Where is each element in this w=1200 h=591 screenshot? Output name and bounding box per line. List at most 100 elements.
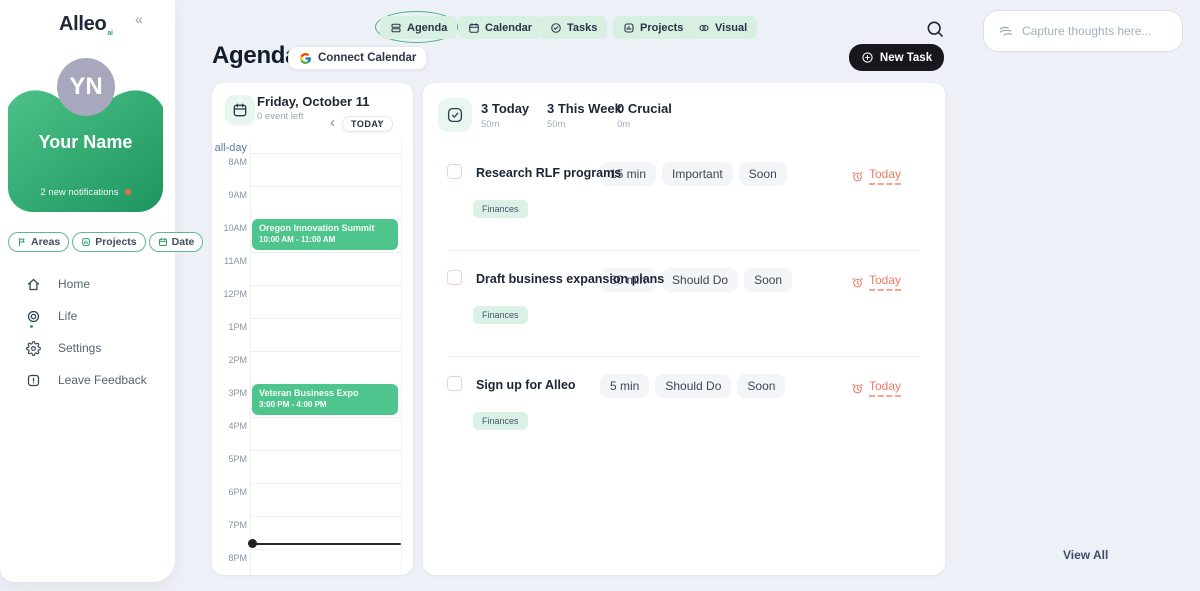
hour-row: 5PM	[212, 450, 413, 483]
task-tag[interactable]: Finances	[473, 412, 528, 430]
sidebar-item-leave-feedback[interactable]: Leave Feedback	[26, 364, 147, 396]
agenda-icon	[390, 22, 402, 34]
hour-label: 8AM	[212, 157, 247, 167]
event-title: Veteran Business Expo	[259, 388, 391, 398]
sidebar-feedback-label: Leave Feedback	[58, 373, 147, 387]
capture-thoughts-input[interactable]	[1022, 24, 1168, 38]
task-duration-pill[interactable]: 5 min	[600, 374, 649, 398]
life-status-dot	[30, 325, 33, 328]
sidebar-home-label: Home	[58, 277, 90, 291]
sidebar-life-label: Life	[58, 309, 77, 323]
row-divider	[448, 250, 920, 251]
task-title[interactable]: Research RLF programs	[476, 166, 621, 180]
current-time-line	[252, 543, 401, 545]
task-checkbox[interactable]	[447, 376, 462, 391]
tab-projects-label: Projects	[640, 22, 683, 34]
tab-tasks-label: Tasks	[567, 22, 597, 34]
sidebar-nav: Home Life Settings Leave Feedback	[26, 268, 147, 396]
hour-label: 4PM	[212, 421, 247, 431]
scribble-pen-icon	[998, 23, 1014, 39]
hour-label: 12PM	[212, 289, 247, 299]
task-tag[interactable]: Finances	[473, 306, 528, 324]
task-row: Research RLF programs 15 min Important S…	[423, 159, 945, 265]
calendar-icon	[158, 237, 168, 247]
user-name: Your Name	[8, 132, 163, 153]
avatar[interactable]: YN	[57, 58, 115, 116]
current-time-dot	[248, 539, 257, 548]
alarm-clock-icon	[851, 170, 864, 183]
sidebar-item-settings[interactable]: Settings	[26, 332, 147, 364]
calendar-event[interactable]: Oregon Innovation Summit 10:00 AM - 11:0…	[252, 219, 398, 250]
calendar-event[interactable]: Veteran Business Expo 3:00 PM - 4:00 PM	[252, 384, 398, 415]
sidebar-item-home[interactable]: Home	[26, 268, 147, 300]
today-button[interactable]: TODAY	[342, 116, 393, 132]
task-checkbox[interactable]	[447, 270, 462, 285]
hour-row: 11AM	[212, 252, 413, 285]
logo-text: Alleo	[59, 13, 106, 35]
filter-date-button[interactable]: Date	[149, 232, 204, 252]
task-priority-pill[interactable]: Should Do	[655, 374, 731, 398]
task-title[interactable]: Draft business expansion plans	[476, 272, 664, 286]
logo-suffix: ai	[107, 30, 112, 37]
tab-calendar-label: Calendar	[485, 22, 532, 34]
sidebar-item-life[interactable]: Life	[26, 300, 147, 332]
task-priority-pill[interactable]: Should Do	[662, 268, 738, 292]
hour-label: 2PM	[212, 355, 247, 365]
plus-circle-icon	[861, 51, 874, 64]
notification-dot	[125, 189, 131, 195]
task-checkbox[interactable]	[447, 164, 462, 179]
task-due[interactable]: Today	[851, 273, 901, 291]
next-day-chevron-icon[interactable]: ›	[378, 114, 383, 132]
hour-row: 4PM	[212, 417, 413, 450]
alarm-clock-icon	[851, 382, 864, 395]
check-circle-icon	[550, 22, 562, 34]
visual-icon	[698, 22, 710, 34]
sidebar-collapse-icon[interactable]: «	[135, 11, 143, 27]
calendar-panel: Friday, October 11 0 event left ‹ TODAY …	[212, 83, 413, 575]
home-icon	[26, 277, 41, 292]
row-divider	[448, 356, 920, 357]
search-icon[interactable]	[925, 19, 945, 39]
stat-today-minutes: 50m	[481, 119, 529, 130]
task-priority-pill[interactable]: Important	[662, 162, 733, 186]
tab-visual[interactable]: Visual	[688, 16, 757, 39]
calendar-events-left: 0 event left	[257, 111, 303, 122]
task-pills: 15 min Important Soon	[600, 162, 787, 186]
sidebar: Alleoai « YN Your Name 2 new notificatio…	[0, 0, 175, 582]
task-timing-pill[interactable]: Soon	[744, 268, 792, 292]
task-due-label: Today	[869, 273, 901, 291]
task-due[interactable]: Today	[851, 167, 901, 185]
task-row: Draft business expansion plans 30 min Sh…	[423, 265, 945, 371]
prev-day-chevron-icon[interactable]: ‹	[330, 114, 335, 132]
tab-calendar[interactable]: Calendar	[458, 16, 542, 39]
capture-thoughts-box[interactable]	[983, 10, 1183, 52]
filter-areas-button[interactable]: Areas	[8, 232, 69, 252]
hour-row: 12PM	[212, 285, 413, 318]
filter-projects-button[interactable]: Projects	[72, 232, 145, 252]
life-target-icon	[26, 309, 41, 324]
gear-icon	[26, 341, 41, 356]
task-timing-pill[interactable]: Soon	[739, 162, 787, 186]
new-task-label: New Task	[880, 52, 932, 64]
task-due[interactable]: Today	[851, 379, 901, 397]
stat-this-week: 3 This Week 50m	[547, 101, 622, 130]
hour-label: 8PM	[212, 553, 247, 563]
notifications-link[interactable]: 2 new notifications	[8, 187, 163, 198]
task-title[interactable]: Sign up for Alleo	[476, 378, 576, 392]
view-all-link[interactable]: View All	[1063, 548, 1108, 562]
hour-label: 10AM	[212, 223, 247, 233]
task-tag[interactable]: Finances	[473, 200, 528, 218]
new-task-button[interactable]: New Task	[849, 44, 944, 71]
tab-agenda[interactable]: Agenda	[380, 16, 457, 39]
projects-chart-icon	[623, 22, 635, 34]
notifications-text: 2 new notifications	[40, 187, 118, 198]
connect-calendar-button[interactable]: Connect Calendar	[288, 46, 427, 70]
tab-visual-label: Visual	[715, 22, 747, 34]
tab-tasks[interactable]: Tasks	[540, 16, 607, 39]
tab-projects[interactable]: Projects	[613, 16, 693, 39]
task-row: Sign up for Alleo 5 min Should Do Soon T…	[423, 371, 945, 477]
task-timing-pill[interactable]: Soon	[737, 374, 785, 398]
stat-crucial-value: 0 Crucial	[617, 101, 672, 116]
calendar-icon	[468, 22, 480, 34]
hour-row: 9AM	[212, 186, 413, 219]
